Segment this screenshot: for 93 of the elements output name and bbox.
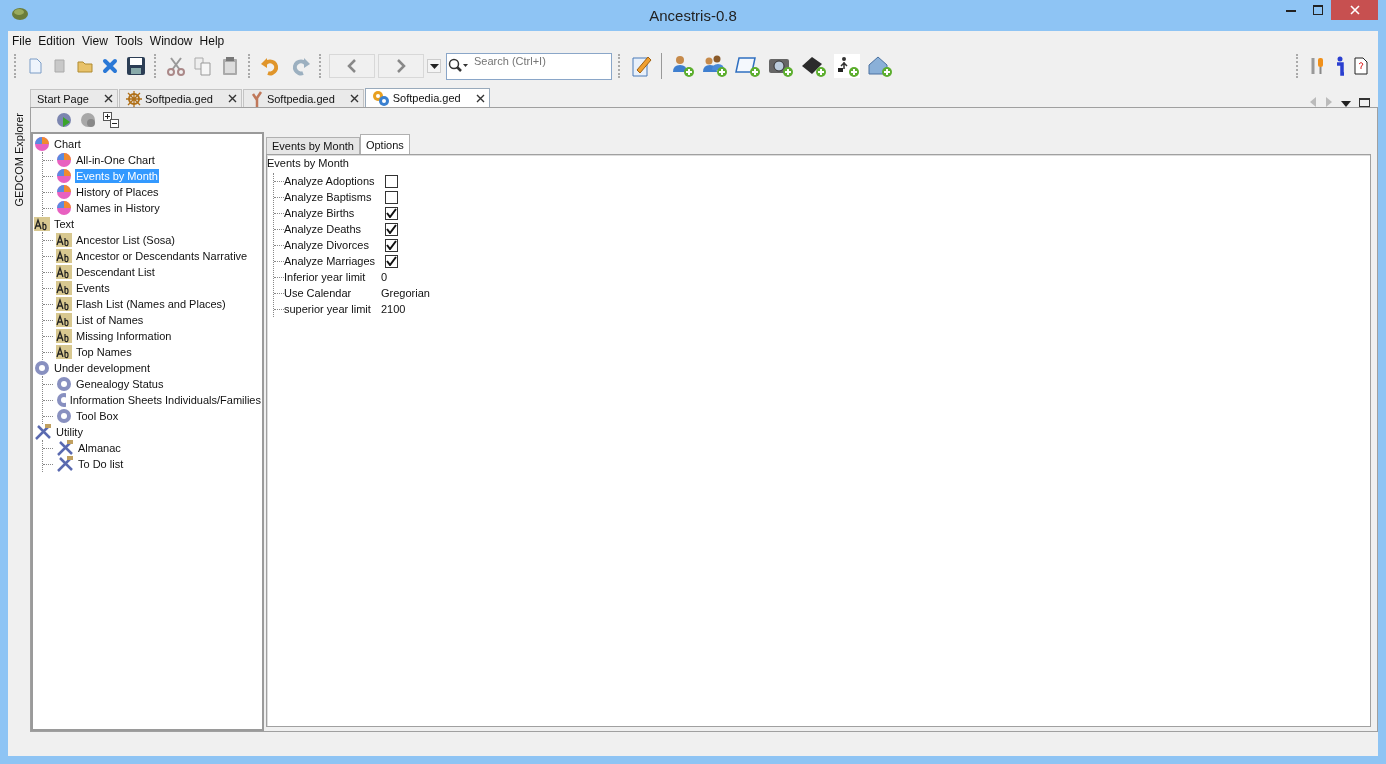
tree-item[interactable]: Tool Box — [75, 409, 120, 423]
caret-icon — [429, 63, 439, 69]
option-label: Analyze Births — [284, 207, 356, 219]
tree-item[interactable]: Information Sheets Individuals/Families — [68, 393, 262, 407]
menu-item[interactable]: File — [12, 33, 32, 48]
side-panel-tab[interactable]: GEDCOM Explorer — [13, 113, 25, 207]
hammer-wrench-icon — [56, 456, 74, 472]
maximize-icon[interactable] — [1359, 98, 1370, 107]
text-icon — [56, 265, 72, 279]
help-document-icon[interactable] — [1352, 55, 1370, 77]
tree-item[interactable]: Flash List (Names and Places) — [75, 297, 227, 311]
text-icon — [56, 297, 72, 311]
checkbox[interactable] — [385, 222, 398, 236]
tree-item[interactable]: Genealogy Status — [75, 377, 165, 391]
hammer-wrench-icon — [34, 424, 52, 440]
search-field[interactable]: Search (Ctrl+I) — [446, 52, 612, 80]
close-tab-icon[interactable] — [475, 93, 485, 103]
menu-item[interactable]: Help — [199, 33, 225, 48]
option-label: Analyze Baptisms — [284, 191, 373, 203]
text-icon — [56, 249, 72, 263]
options-heading: Events by Month — [267, 157, 350, 171]
text-icon — [56, 281, 72, 295]
text-icon — [56, 313, 72, 327]
checkbox[interactable] — [385, 206, 398, 220]
tree-item[interactable]: All-in-One Chart — [75, 153, 156, 167]
gears-icon — [371, 90, 390, 106]
text-icon — [34, 217, 50, 231]
save-icon[interactable] — [124, 54, 148, 78]
option-label: Inferior year limit — [284, 271, 367, 283]
close-tab-icon[interactable] — [349, 94, 359, 103]
gear-icon — [34, 360, 50, 376]
tree-item[interactable]: Events — [75, 281, 111, 295]
tree-item[interactable]: Ancestor or Descendants Narrative — [75, 249, 249, 263]
window-title: Ancestris-0.8 — [649, 7, 737, 24]
text-icon — [56, 329, 72, 343]
content-tab[interactable]: Events by Month — [266, 137, 360, 154]
close-icon — [1349, 5, 1360, 15]
menu-item[interactable]: Tools — [114, 33, 143, 48]
text-icon — [56, 345, 72, 359]
document-tab[interactable]: Start Page — [30, 89, 118, 107]
add-figure-icon[interactable] — [832, 52, 862, 80]
pie-chart-icon — [56, 152, 72, 168]
close-tab-icon[interactable] — [227, 94, 237, 103]
tree-item[interactable]: Missing Information — [75, 329, 173, 343]
search-icon[interactable] — [448, 57, 468, 74]
ship-wheel-icon — [126, 90, 142, 107]
tree-item[interactable]: Almanac — [77, 441, 122, 455]
branch-icon — [249, 90, 264, 107]
checkbox[interactable] — [385, 174, 398, 188]
document-tab[interactable]: Softpedia.ged — [364, 88, 490, 107]
option-value[interactable]: 0 — [381, 271, 388, 283]
checkbox[interactable] — [385, 190, 398, 204]
option-label: Analyze Adoptions — [284, 175, 376, 187]
tree-category[interactable]: Text — [53, 217, 76, 231]
option-label: Use Calendar — [284, 287, 353, 299]
checkbox[interactable] — [385, 254, 398, 268]
menu-item[interactable]: Window — [149, 33, 193, 48]
close-tab-icon[interactable] — [104, 94, 113, 103]
pie-chart-icon — [34, 136, 50, 152]
tree-category[interactable]: Chart — [53, 137, 82, 151]
dropdown-icon[interactable] — [1341, 101, 1351, 107]
menu-item[interactable]: View — [82, 33, 108, 48]
checkbox[interactable] — [385, 238, 398, 252]
pie-chart-icon — [56, 200, 72, 216]
tree-item[interactable]: Names in History — [75, 201, 161, 215]
option-label: Analyze Divorces — [284, 239, 370, 251]
option-label: superior year limit — [284, 303, 372, 315]
tree-item[interactable]: History of Places — [75, 185, 160, 199]
option-label: Analyze Marriages — [284, 255, 377, 267]
pie-chart-icon — [56, 184, 72, 200]
tree-item[interactable]: To Do list — [77, 457, 125, 471]
tree-category[interactable]: Utility — [55, 425, 84, 439]
tree-item[interactable]: List of Names — [75, 313, 145, 327]
text-icon — [56, 233, 72, 247]
hammer-wrench-icon — [56, 440, 74, 456]
document-tab[interactable]: Softpedia.ged — [119, 89, 242, 107]
pie-chart-icon — [56, 168, 72, 184]
maximize-icon — [1312, 5, 1323, 15]
tree-item[interactable]: Descendant List — [75, 265, 156, 279]
tree-item[interactable]: Top Names — [75, 345, 133, 359]
chevron-left-icon — [347, 59, 357, 73]
menu-item[interactable]: Edition — [38, 33, 76, 48]
back-button[interactable] — [329, 54, 375, 78]
expand-collapse-icon[interactable] — [101, 110, 121, 130]
option-value[interactable]: Gregorian — [381, 287, 430, 299]
dropdown-button[interactable] — [427, 59, 441, 73]
tree-item[interactable]: Ancestor List (Sosa) — [75, 233, 177, 247]
option-label: Analyze Deaths — [284, 223, 363, 235]
content-tab[interactable]: Options — [359, 134, 410, 154]
document-tab[interactable]: Softpedia.ged — [242, 89, 364, 107]
option-value[interactable]: 2100 — [381, 303, 406, 315]
chevron-right-icon — [396, 59, 406, 73]
tree-category[interactable]: Under development — [53, 361, 151, 375]
